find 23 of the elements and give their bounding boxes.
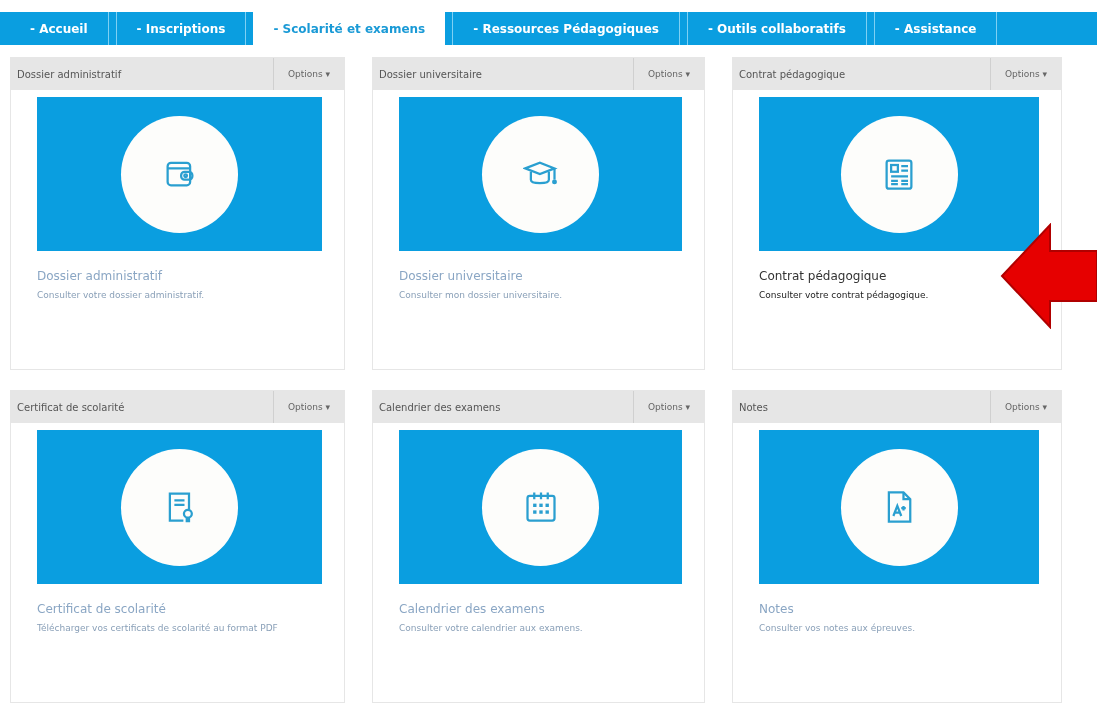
card-header-title: Dossier universitaire	[378, 68, 482, 80]
nav-tab[interactable]: - Outils collaboratifs	[686, 12, 867, 45]
nav-tab[interactable]: - Ressources Pédagogiques	[452, 12, 680, 45]
card-title-link[interactable]: Dossier administratif	[37, 269, 162, 283]
card-title-link[interactable]: Contrat pédagogique	[759, 269, 887, 283]
card-description: Consulter votre contrat pédagogique.	[759, 289, 930, 302]
card-description: Consulter votre calendrier aux examens.	[399, 622, 584, 635]
nav-tab[interactable]: - Scolarité et examens	[253, 12, 446, 45]
card-header-title: Certificat de scolarité	[16, 401, 125, 413]
card-description: Consulter vos notes aux épreuves.	[759, 622, 917, 635]
card-header-title: Dossier administratif	[16, 68, 122, 80]
card-header-title: Contrat pédagogique	[738, 68, 846, 80]
nav-tab[interactable]: - Assistance	[873, 12, 998, 45]
card-header-title: Calendrier des examens	[378, 401, 501, 413]
card-title-link[interactable]: Calendrier des examens	[399, 602, 545, 616]
card-header-title: Notes	[738, 401, 768, 413]
nav-tab[interactable]: - Inscriptions	[115, 12, 247, 45]
card-title-link[interactable]: Notes	[759, 602, 794, 616]
card-description: Consulter votre dossier administratif.	[37, 289, 205, 302]
card-description: Consulter mon dossier universitaire.	[399, 289, 564, 302]
card-description: Télécharger vos certificats de scolarité au format PDF	[37, 622, 279, 635]
card-title-link[interactable]: Dossier universitaire	[399, 269, 523, 283]
card-title-link[interactable]: Certificat de scolarité	[37, 602, 166, 616]
